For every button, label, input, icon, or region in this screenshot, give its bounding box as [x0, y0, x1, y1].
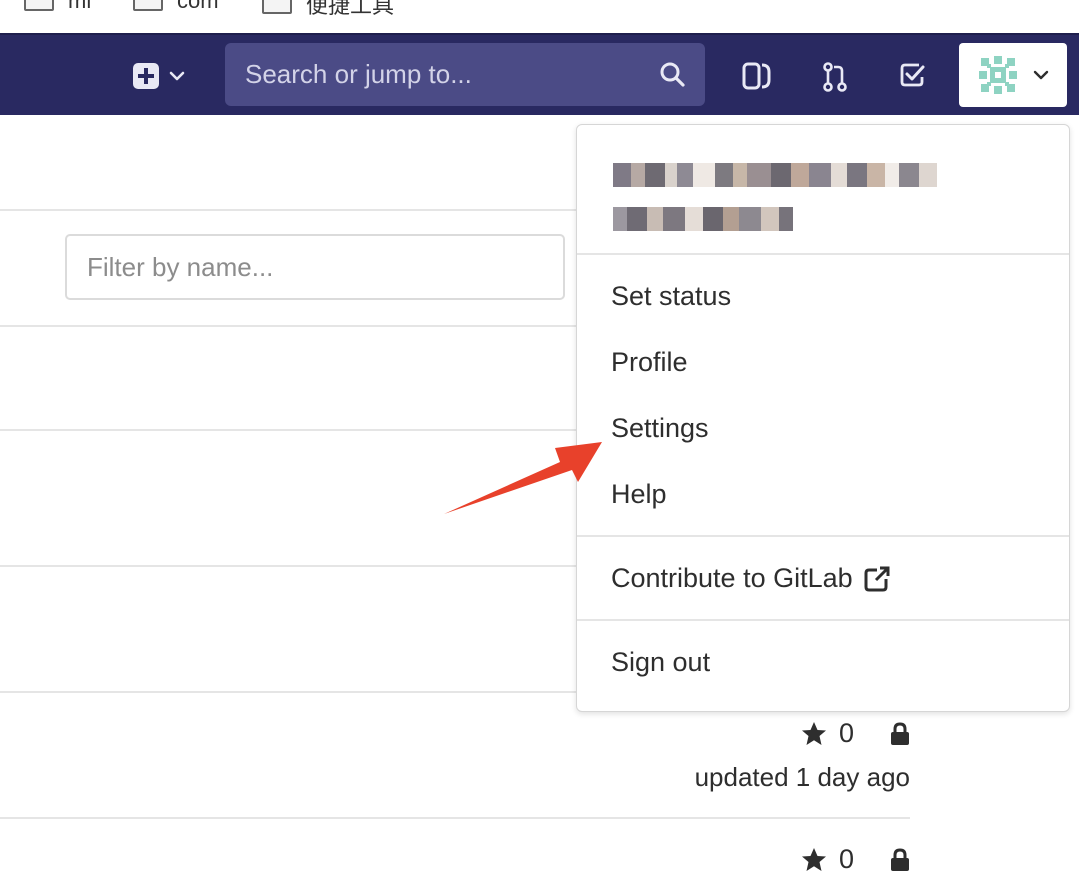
identicon-avatar: [977, 54, 1019, 96]
divider: [0, 325, 580, 327]
menu-item-label: Set status: [611, 281, 732, 311]
menu-item-label: Contribute to GitLab: [611, 563, 853, 593]
pixelated-username: [613, 163, 937, 187]
sidebar-toggle-icon[interactable]: [741, 61, 771, 91]
user-dropdown-menu: Set status Profile Settings Help Contrib…: [576, 124, 1070, 712]
lock-icon: [891, 847, 909, 871]
star-count: 0: [838, 844, 854, 874]
chevron-down-icon: [169, 71, 185, 81]
menu-item-label: Profile: [611, 347, 688, 377]
menu-item-label: Sign out: [611, 647, 711, 677]
search-icon[interactable]: [659, 61, 685, 87]
star-icon[interactable]: [801, 721, 827, 747]
new-dropdown-button[interactable]: [133, 63, 185, 89]
bookmark-tools[interactable]: 便捷工具: [262, 0, 394, 20]
dropdown-divider: [577, 253, 1069, 255]
divider: [0, 565, 580, 567]
bookmarks-bar: ml com 便捷工具: [0, 0, 1079, 33]
plus-square-icon: [133, 63, 159, 89]
top-navbar: [0, 33, 1079, 115]
bookmark-com[interactable]: com: [133, 0, 219, 14]
annotation-arrow-icon: [444, 442, 602, 514]
pixelated-email: [613, 207, 937, 231]
divider: [0, 209, 580, 211]
user-info-pixelated: [613, 163, 937, 251]
search-box: [225, 43, 705, 106]
chevron-down-icon: [1033, 70, 1049, 80]
dropdown-divider: [577, 535, 1069, 537]
todo-check-icon[interactable]: [899, 61, 927, 89]
bookmark-label: ml: [68, 0, 92, 13]
divider: [0, 429, 580, 431]
profile-item[interactable]: Profile: [611, 347, 688, 378]
external-link-icon: [864, 566, 890, 591]
folder-icon: [133, 0, 163, 11]
search-input[interactable]: [243, 58, 647, 91]
star-count: 0: [838, 718, 854, 748]
merge-request-icon[interactable]: [821, 61, 849, 93]
star-icon[interactable]: [801, 847, 827, 873]
lock-icon: [891, 721, 909, 745]
menu-item-label: Help: [611, 479, 667, 509]
dropdown-divider: [577, 619, 1069, 621]
set-status-item[interactable]: Set status: [611, 281, 731, 312]
filter-by-name-input[interactable]: [65, 234, 565, 300]
sign-out-item[interactable]: Sign out: [611, 647, 710, 678]
help-item[interactable]: Help: [611, 479, 667, 510]
bookmark-ml[interactable]: ml: [24, 0, 91, 14]
updated-timestamp: updated 1 day ago: [694, 762, 910, 792]
contribute-item[interactable]: Contribute to GitLab: [611, 563, 891, 594]
menu-item-label: Settings: [611, 413, 709, 443]
project-row-meta: 0: [801, 718, 910, 749]
bookmark-label: com: [177, 0, 219, 13]
folder-icon: [24, 0, 54, 11]
divider: [0, 817, 910, 819]
folder-icon: [262, 0, 292, 14]
user-menu-button[interactable]: [959, 43, 1067, 107]
divider: [0, 691, 580, 693]
bookmark-label: 便捷工具: [306, 0, 395, 18]
project-row-meta: 0: [801, 844, 910, 875]
settings-item[interactable]: Settings: [611, 413, 709, 444]
